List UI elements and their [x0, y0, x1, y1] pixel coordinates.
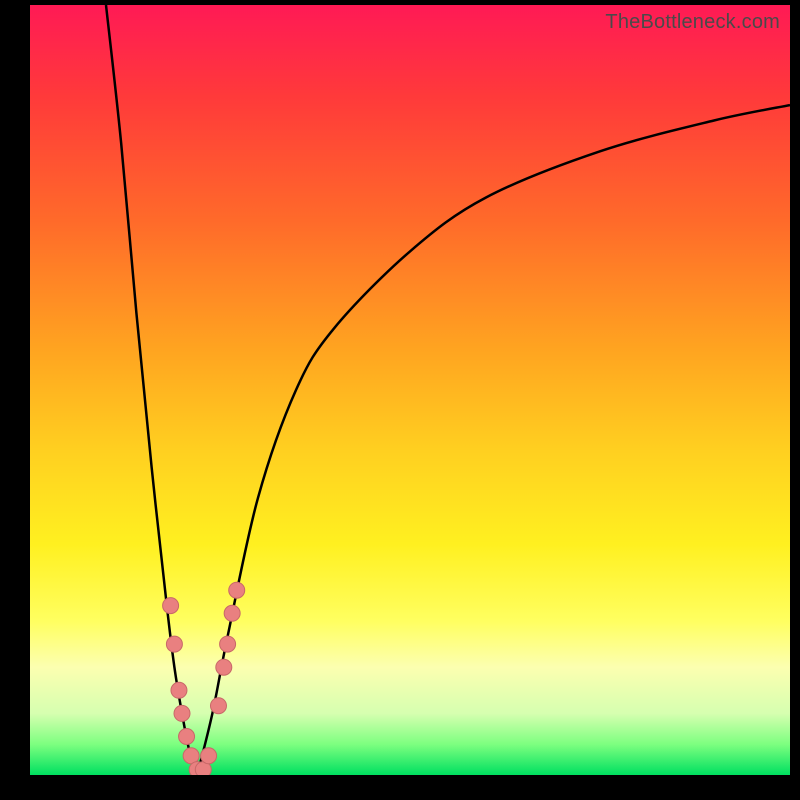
data-dot	[174, 705, 190, 721]
data-dot	[220, 636, 236, 652]
data-dot	[216, 659, 232, 675]
data-dot	[224, 605, 240, 621]
data-dot	[210, 698, 226, 714]
data-dot	[179, 729, 195, 745]
plot-area: TheBottleneck.com	[30, 5, 790, 775]
watermark-text: TheBottleneck.com	[605, 11, 780, 34]
curve-group	[106, 5, 790, 775]
data-dot	[166, 636, 182, 652]
data-dot	[229, 582, 245, 598]
data-dot	[171, 682, 187, 698]
curves-svg	[30, 5, 790, 775]
data-dot	[163, 598, 179, 614]
data-dot	[201, 748, 217, 764]
curve-right-branch	[197, 105, 790, 775]
chart-frame: TheBottleneck.com	[0, 0, 800, 800]
curve-left-branch	[106, 5, 197, 775]
